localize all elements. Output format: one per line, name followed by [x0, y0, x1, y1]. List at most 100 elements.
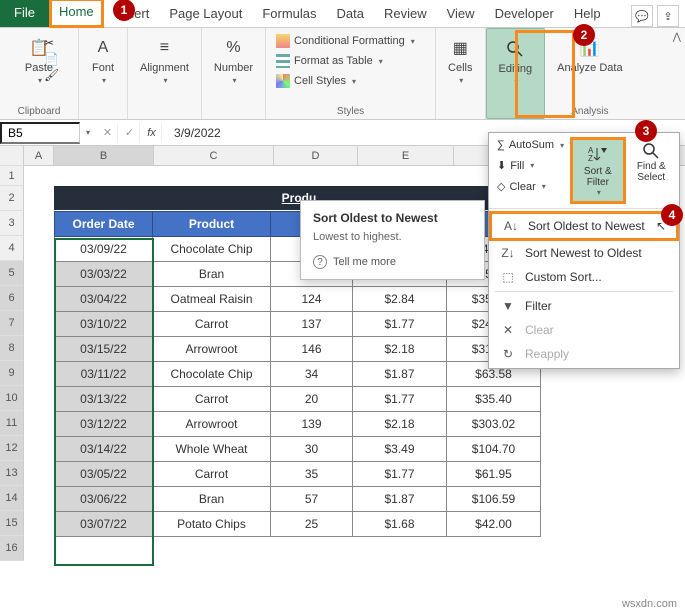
fx-icon[interactable]: fx	[142, 123, 162, 143]
row-header-16[interactable]: 16	[0, 536, 24, 561]
cell-date[interactable]: 03/09/22	[55, 237, 153, 262]
header-product[interactable]: Product	[153, 212, 271, 237]
name-box[interactable]	[0, 122, 80, 144]
conditional-formatting-button[interactable]: Conditional Formatting▾	[272, 32, 419, 50]
cell-qty[interactable]: 137	[271, 312, 353, 337]
cell-qty[interactable]: 25	[271, 512, 353, 537]
cell-date[interactable]: 03/04/22	[55, 287, 153, 312]
row-header-15[interactable]: 15	[0, 511, 24, 536]
cell-qty[interactable]: 124	[271, 287, 353, 312]
cell-date[interactable]: 03/15/22	[55, 337, 153, 362]
row-header-9[interactable]: 9	[0, 361, 24, 386]
cell-price[interactable]: $3.49	[353, 437, 447, 462]
cell-qty[interactable]: 20	[271, 387, 353, 412]
row-header-14[interactable]: 14	[0, 486, 24, 511]
cell-product[interactable]: Carrot	[153, 312, 271, 337]
custom-sort[interactable]: ⬚ Custom Sort...	[489, 265, 679, 289]
cell-sub[interactable]: $61.95	[447, 462, 541, 487]
fill-button[interactable]: ⬇Fill▾	[493, 157, 568, 174]
cell-product[interactable]: Bran	[153, 487, 271, 512]
format-as-table-button[interactable]: Format as Table▾	[272, 52, 419, 70]
cell-product[interactable]: Chocolate Chip	[153, 362, 271, 387]
row-header-10[interactable]: 10	[0, 386, 24, 411]
row-header-8[interactable]: 8	[0, 336, 24, 361]
sort-oldest-to-newest[interactable]: A↓ Sort Oldest to Newest ↖	[489, 211, 679, 241]
cell-price[interactable]: $1.77	[353, 312, 447, 337]
cell-price[interactable]: $1.77	[353, 387, 447, 412]
cell-qty[interactable]: 30	[271, 437, 353, 462]
number-button[interactable]: % Number ▾	[208, 32, 259, 89]
col-header-b[interactable]: B	[54, 146, 154, 165]
cell-price[interactable]: $2.18	[353, 412, 447, 437]
cell-price[interactable]: $2.18	[353, 337, 447, 362]
cell-date[interactable]: 03/14/22	[55, 437, 153, 462]
row-header-12[interactable]: 12	[0, 436, 24, 461]
cell-price[interactable]: $1.87	[353, 487, 447, 512]
col-header-a[interactable]: A	[24, 146, 54, 165]
cell-sub[interactable]: $42.00	[447, 512, 541, 537]
enter-formula-icon[interactable]: ✓	[120, 123, 140, 143]
select-all[interactable]	[0, 146, 24, 166]
cut-icon[interactable]: ✂	[44, 36, 59, 50]
comments-icon[interactable]: 💬	[631, 5, 653, 27]
font-button[interactable]: A Font ▾	[85, 32, 121, 89]
cell-qty[interactable]: 34	[271, 362, 353, 387]
row-header-5[interactable]: 5	[0, 261, 24, 286]
cell-date[interactable]: 03/03/22	[55, 262, 153, 287]
cell-sub[interactable]: $104.70	[447, 437, 541, 462]
cell-sub[interactable]: $303.02	[447, 412, 541, 437]
cell-product[interactable]: Arrowroot	[153, 337, 271, 362]
row-header-6[interactable]: 6	[0, 286, 24, 311]
cell-sub[interactable]: $106.59	[447, 487, 541, 512]
tab-help[interactable]: Help	[564, 0, 611, 27]
cell-date[interactable]: 03/12/22	[55, 412, 153, 437]
header-order-date[interactable]: Order Date	[55, 212, 153, 237]
tab-page-layout[interactable]: Page Layout	[159, 0, 252, 27]
cell-styles-button[interactable]: Cell Styles▾	[272, 72, 419, 90]
alignment-button[interactable]: ≡ Alignment ▾	[134, 32, 195, 89]
cell-date[interactable]: 03/10/22	[55, 312, 153, 337]
find-select-button[interactable]: Find & Select	[628, 137, 675, 187]
format-painter-icon[interactable]: 🖌	[44, 68, 59, 82]
editing-button[interactable]: Editing ▾	[493, 33, 539, 90]
row-header-7[interactable]: 7	[0, 311, 24, 336]
tab-view[interactable]: View	[437, 0, 485, 27]
sort-filter-button[interactable]: AZ Sort & Filter▾	[570, 137, 625, 204]
cell-product[interactable]: Potato Chips	[153, 512, 271, 537]
cell-product[interactable]: Carrot	[153, 387, 271, 412]
cell-date[interactable]: 03/11/22	[55, 362, 153, 387]
tell-me-more[interactable]: ? Tell me more	[313, 255, 472, 269]
row-header-13[interactable]: 13	[0, 461, 24, 486]
cells-button[interactable]: ▦ Cells ▾	[442, 32, 478, 89]
cell-qty[interactable]: 146	[271, 337, 353, 362]
filter-item[interactable]: ▼ Filter	[489, 294, 679, 318]
col-header-c[interactable]: C	[154, 146, 274, 165]
sort-newest-to-oldest[interactable]: Z↓ Sort Newest to Oldest	[489, 241, 679, 265]
cell-qty[interactable]: 139	[271, 412, 353, 437]
cell-date[interactable]: 03/07/22	[55, 512, 153, 537]
tab-data[interactable]: Data	[327, 0, 374, 27]
row-header-3[interactable]: 3	[0, 211, 24, 236]
tab-developer[interactable]: Developer	[485, 0, 564, 27]
cell-product[interactable]: Whole Wheat	[153, 437, 271, 462]
col-header-d[interactable]: D	[274, 146, 358, 165]
share-icon[interactable]: ⇪	[657, 5, 679, 27]
cell-price[interactable]: $1.68	[353, 512, 447, 537]
cell-product[interactable]: Bran	[153, 262, 271, 287]
cell-price[interactable]: $1.77	[353, 462, 447, 487]
row-header-2[interactable]: 2	[0, 186, 24, 211]
cell-qty[interactable]: 35	[271, 462, 353, 487]
cell-sub[interactable]: $35.40	[447, 387, 541, 412]
tab-home[interactable]: Home	[49, 0, 104, 27]
cell-date[interactable]: 03/13/22	[55, 387, 153, 412]
tab-formulas[interactable]: Formulas	[252, 0, 326, 27]
copy-icon[interactable]: 📄	[44, 52, 59, 66]
cell-product[interactable]: Arrowroot	[153, 412, 271, 437]
collapse-ribbon-icon[interactable]: ⋀	[673, 32, 681, 43]
cell-qty[interactable]: 57	[271, 487, 353, 512]
tab-file[interactable]: File	[0, 0, 49, 27]
cell-date[interactable]: 03/05/22	[55, 462, 153, 487]
row-header-1[interactable]: 1	[0, 166, 24, 186]
autosum-button[interactable]: ∑AutoSum▾	[493, 137, 568, 153]
cell-price[interactable]: $2.84	[353, 287, 447, 312]
